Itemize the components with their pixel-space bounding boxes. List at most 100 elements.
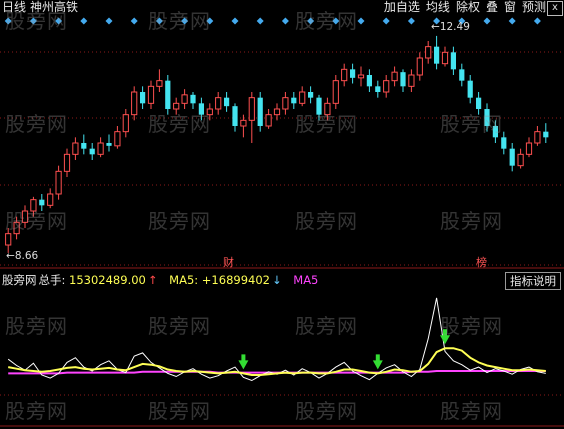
candle-body xyxy=(257,97,263,126)
event-diamond-icon xyxy=(382,17,390,25)
event-diamond-icon xyxy=(281,17,289,25)
candle-body xyxy=(55,170,62,195)
candle-body xyxy=(248,97,255,121)
candle-body xyxy=(332,80,339,104)
watermark: 股旁网 xyxy=(5,112,68,136)
watermark: 股旁网 xyxy=(5,314,68,338)
low-price-label: ←8.66 xyxy=(6,250,38,262)
event-tag-ranking[interactable]: 榜 xyxy=(476,254,487,270)
event-diamond-icon xyxy=(483,17,491,25)
add-favorite-button[interactable]: 加自选 xyxy=(384,0,420,15)
watermark: 股旁网 xyxy=(148,314,211,338)
candle-body xyxy=(400,72,406,87)
candle-body xyxy=(525,142,533,155)
candle-body xyxy=(265,114,272,127)
event-diamond-icon xyxy=(231,17,239,25)
watermark: 股旁网 xyxy=(440,112,503,136)
high-price-value: 12.49 xyxy=(439,21,470,33)
signal-arrow-icon xyxy=(372,360,383,370)
candle-body xyxy=(307,92,314,98)
event-diamond-icon xyxy=(80,17,88,25)
candle-body xyxy=(366,75,373,87)
candle-body xyxy=(223,97,230,107)
candle-body xyxy=(181,94,188,104)
window-button[interactable]: 窗 xyxy=(504,0,516,15)
candle-body xyxy=(72,142,79,155)
event-diamond-icon xyxy=(256,17,264,25)
stock-title: 日线 神州高铁 xyxy=(2,0,78,15)
watermark: 股旁网 xyxy=(5,399,68,423)
event-diamond-icon xyxy=(357,17,365,25)
indicator-help-button[interactable]: 指标说明 xyxy=(505,272,561,290)
candle-body xyxy=(425,46,432,59)
event-diamond-icon xyxy=(407,17,415,25)
ma5-label: MA5: xyxy=(169,273,199,287)
candle-body xyxy=(450,52,457,70)
low-price-value: 8.66 xyxy=(14,250,39,262)
watermark: 股旁网 xyxy=(295,399,358,423)
candle-body xyxy=(391,71,398,82)
candle-body xyxy=(467,80,473,98)
candle-body xyxy=(147,85,155,104)
candle-body xyxy=(165,80,171,109)
indicator-name[interactable]: 股旁网 xyxy=(2,273,37,287)
event-tag-finance[interactable]: 财 xyxy=(223,254,234,270)
period-label[interactable]: 日线 xyxy=(2,0,26,14)
candle-body xyxy=(291,97,297,104)
candle-body xyxy=(114,131,121,147)
candle-body xyxy=(441,51,449,65)
candle-body xyxy=(433,46,440,64)
watermark: 股旁网 xyxy=(148,112,211,136)
watermark: 股旁网 xyxy=(295,209,358,233)
candle-body xyxy=(509,148,515,166)
volume-label: 总手: xyxy=(38,273,66,287)
candle-body xyxy=(299,91,306,104)
overlay-button[interactable]: 叠 xyxy=(486,0,498,15)
candle-body xyxy=(240,119,247,127)
candle-body xyxy=(5,233,12,246)
watermark: 股旁网 xyxy=(440,209,503,233)
signal-arrow-stem xyxy=(375,354,380,362)
candle-body xyxy=(97,142,104,155)
moving-average-button[interactable]: 均线 xyxy=(426,0,450,15)
candle-body xyxy=(89,148,95,155)
candle-body xyxy=(416,57,423,76)
candle-body xyxy=(459,69,465,81)
candle-body xyxy=(383,80,390,93)
event-diamond-icon xyxy=(508,17,516,25)
forecast-button[interactable]: 预测 xyxy=(522,0,546,15)
toolbar: 加自选 均线 除权 叠 窗 预测 xyxy=(384,0,546,15)
ma5b-label: MA5 xyxy=(293,273,319,287)
candle-body xyxy=(122,114,129,133)
watermark: 股旁网 xyxy=(440,314,503,338)
candle-body xyxy=(375,86,381,92)
arrow-up-icon: ↑ xyxy=(147,273,158,287)
event-diamond-icon xyxy=(533,17,541,25)
candle-body xyxy=(341,68,348,82)
candle-body xyxy=(190,94,196,104)
candle-body xyxy=(106,143,112,146)
candle-body xyxy=(501,137,507,149)
candle-body xyxy=(215,97,222,110)
candle-body xyxy=(156,80,163,87)
watermark: 股旁网 xyxy=(295,314,358,338)
left-arrow-icon: ← xyxy=(6,250,15,262)
candle-body xyxy=(47,193,54,206)
indicator-header: 股旁网 总手: 15302489.00 ↑ MA5: +16899402 ↓ MA5 xyxy=(2,273,318,288)
top-bar: 日线 神州高铁 加自选 均线 除权 叠 窗 预测 x xyxy=(0,0,564,16)
candle-body xyxy=(408,74,415,87)
ex-rights-button[interactable]: 除权 xyxy=(456,0,480,15)
event-diamond-icon xyxy=(105,17,113,25)
candle-body xyxy=(273,108,281,116)
candle-body xyxy=(282,97,289,110)
watermark: 股旁网 xyxy=(5,209,68,233)
candle-body xyxy=(349,69,356,78)
stock-name: 神州高铁 xyxy=(30,0,79,14)
volume-value: 15302489.00 xyxy=(69,273,146,287)
left-arrow-icon: ← xyxy=(431,21,440,33)
candle-body xyxy=(357,74,365,79)
signal-arrow-stem xyxy=(241,354,246,362)
watermark: 股旁网 xyxy=(440,399,503,423)
candle-body xyxy=(63,153,71,172)
close-button[interactable]: x xyxy=(547,1,563,16)
